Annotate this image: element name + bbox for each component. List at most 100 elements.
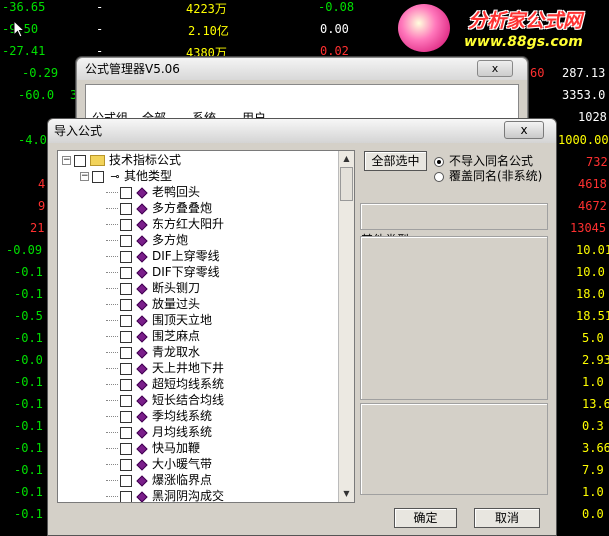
scroll-down-icon[interactable]: ▼: [339, 486, 354, 502]
detail-panel: [360, 403, 548, 495]
checkbox[interactable]: [120, 458, 132, 471]
formula-tree[interactable]: − 技术指标公式 − ⊸ 其他类型 老鸭回头 多方叠叠炮 东方红大阳升 多方炮 DIF上穿零线…: [57, 150, 355, 503]
checkbox[interactable]: [120, 378, 132, 391]
checkbox[interactable]: [120, 426, 132, 439]
cancel-button[interactable]: 取消: [474, 508, 540, 528]
logo-flower-icon: [398, 4, 450, 52]
tree-item[interactable]: 断头铡刀: [106, 280, 200, 296]
key-icon: ⊸: [110, 170, 120, 183]
import-formula-dialog: 导入公式 x − 技术指标公式 − ⊸ 其他类型 老鸭回头 多方叠叠炮 东方红大阳升 多方炮…: [47, 118, 557, 536]
formula-diamond-icon: [136, 394, 148, 407]
checkbox[interactable]: [120, 234, 132, 247]
tree-root-label: 技术指标公式: [109, 153, 182, 167]
left-value: -0.1: [14, 287, 43, 301]
right-value: 287.13: [562, 66, 606, 80]
tree-group[interactable]: − ⊸ 其他类型: [80, 168, 172, 184]
tree-item-label: 围芝麻点: [152, 329, 201, 343]
logo-title: 分析家公式网: [468, 10, 583, 32]
tree-item[interactable]: DIF上穿零线: [106, 248, 220, 264]
checkbox[interactable]: [120, 410, 132, 423]
tree-item[interactable]: 围芝麻点: [106, 328, 200, 344]
cell-change: -27.41: [2, 44, 46, 58]
tree-item[interactable]: 黑洞阴沟成交: [106, 488, 225, 503]
right-value: 10.0: [576, 265, 605, 279]
radio-icon[interactable]: [434, 171, 444, 182]
tree-item[interactable]: 爆涨临界点: [106, 472, 212, 488]
checkbox[interactable]: [120, 218, 132, 231]
tree-item[interactable]: 超短均线系统: [106, 376, 224, 392]
tree-item[interactable]: 围顶天立地: [106, 312, 212, 328]
collapse-icon[interactable]: −: [62, 156, 71, 165]
tree-scrollbar[interactable]: ▲ ▼: [338, 151, 354, 502]
tree-item[interactable]: 青龙取水: [106, 344, 200, 360]
checkbox[interactable]: [92, 170, 104, 183]
checkbox[interactable]: [120, 330, 132, 343]
left-value: -0.5: [14, 309, 43, 323]
tree-item[interactable]: 短长结合均线: [106, 392, 224, 408]
tree-item[interactable]: 月均线系统: [106, 424, 212, 440]
checkbox[interactable]: [120, 490, 132, 502]
checkbox[interactable]: [120, 282, 132, 295]
cell-amount: 4223万: [186, 2, 227, 16]
right-value: 18.0: [576, 287, 605, 301]
formula-manager-close-button[interactable]: x: [477, 60, 513, 77]
formula-diamond-icon: [136, 250, 148, 263]
tree-item-label: 老鸭回头: [152, 185, 201, 199]
formula-diamond-icon: [136, 234, 148, 247]
formula-diamond-icon: [136, 330, 148, 343]
checkbox[interactable]: [74, 154, 86, 167]
checkbox[interactable]: [120, 202, 132, 215]
select-all-button[interactable]: 全部选中: [364, 151, 427, 171]
tree-item[interactable]: 多方炮: [106, 232, 188, 248]
tree-item[interactable]: 天上井地下井: [106, 360, 224, 376]
ok-button[interactable]: 确定: [394, 508, 457, 528]
right-value: 0.0: [582, 507, 604, 521]
tree-item[interactable]: DIF下穿零线: [106, 264, 220, 280]
tree-connector: [106, 224, 118, 225]
checkbox[interactable]: [120, 314, 132, 327]
tree-item[interactable]: 快马加鞭: [106, 440, 200, 456]
checkbox[interactable]: [120, 442, 132, 455]
right-value: 5.0: [582, 331, 604, 345]
checkbox[interactable]: [120, 346, 132, 359]
tree-item-label: 黑洞阴沟成交: [152, 489, 225, 503]
tree-item[interactable]: 季均线系统: [106, 408, 212, 424]
tree-item[interactable]: 东方红大阳升: [106, 216, 224, 232]
right-value: 1000.00: [558, 133, 609, 147]
checkbox[interactable]: [120, 186, 132, 199]
tree-item[interactable]: 多方叠叠炮: [106, 200, 212, 216]
tree-item-label: 青龙取水: [152, 345, 201, 359]
formula-diamond-icon: [136, 218, 148, 231]
formula-diamond-icon: [136, 458, 148, 471]
checkbox[interactable]: [120, 298, 132, 311]
checkbox[interactable]: [120, 266, 132, 279]
tree-item[interactable]: 大小暖气带: [106, 456, 212, 472]
checkbox[interactable]: [120, 474, 132, 487]
checkbox[interactable]: [120, 394, 132, 407]
tree-connector: [106, 336, 118, 337]
checkbox[interactable]: [120, 362, 132, 375]
tree-root[interactable]: − 技术指标公式: [62, 152, 181, 168]
tree-item[interactable]: 老鸭回头: [106, 184, 200, 200]
left-value: -4.0: [18, 133, 47, 147]
radio-overwrite[interactable]: 覆盖同名(非系统): [434, 169, 542, 183]
tree-item-label: 月均线系统: [152, 425, 213, 439]
formula-manager-title: 公式管理器V5.06: [77, 58, 527, 80]
tree-connector: [106, 352, 118, 353]
tree-item[interactable]: 放量过头: [106, 296, 200, 312]
radio-skip-duplicates[interactable]: 不导入同名公式: [434, 154, 533, 168]
cell-dash: -: [96, 0, 104, 14]
checkbox[interactable]: [120, 250, 132, 263]
left-value: -0.29: [22, 66, 59, 80]
radio-icon[interactable]: [434, 156, 444, 167]
folder-icon: [90, 155, 105, 166]
collapse-icon[interactable]: −: [80, 172, 89, 181]
left-value: -0.0: [14, 353, 43, 367]
scroll-up-icon[interactable]: ▲: [339, 151, 354, 167]
dialog-close-button[interactable]: x: [504, 121, 544, 139]
right-value: 60: [530, 66, 545, 80]
formula-diamond-icon: [136, 298, 148, 311]
tree-connector: [106, 256, 118, 257]
scroll-thumb[interactable]: [340, 167, 353, 201]
right-value: 2.93: [582, 353, 609, 367]
